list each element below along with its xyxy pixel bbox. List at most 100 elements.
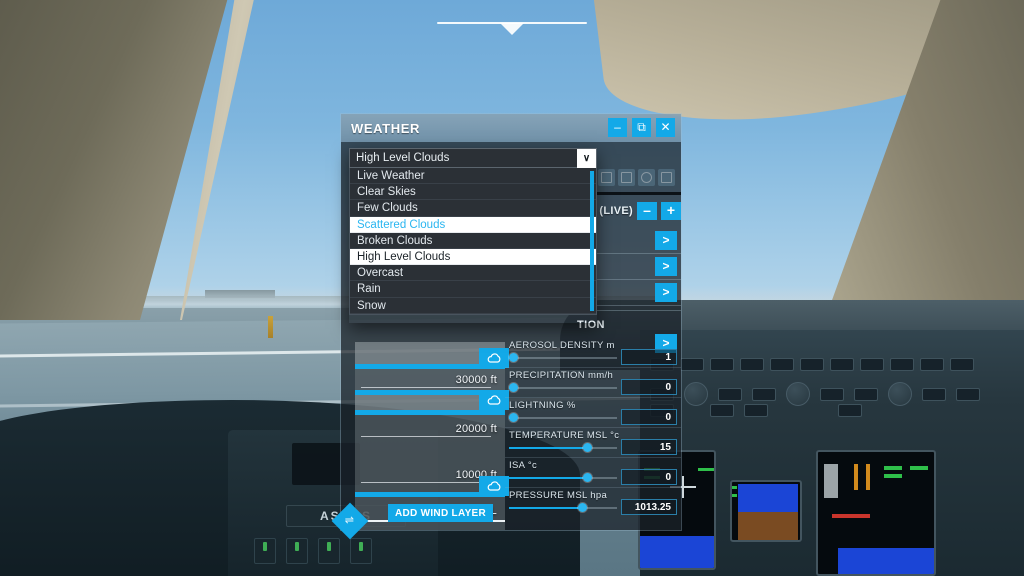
dropdown-scrollbar[interactable] xyxy=(590,171,594,311)
ap-button-bc[interactable] xyxy=(710,404,734,417)
weather-parameter-list: AEROSOL DENSITY m 1 PRECIPITATION mm/h 0… xyxy=(505,338,681,530)
close-button[interactable]: ✕ xyxy=(656,118,675,137)
dropdown-option-few-clouds[interactable]: Few Clouds xyxy=(350,200,596,217)
ap-button[interactable] xyxy=(740,358,764,371)
param-slider[interactable] xyxy=(509,383,617,392)
toolbar-separator xyxy=(591,192,681,195)
param-value-field[interactable]: 0 xyxy=(621,379,677,395)
param-value-field[interactable]: 0 xyxy=(621,409,677,425)
dropdown-option-list: Live Weather Clear Skies Few Clouds Scat… xyxy=(349,168,597,315)
dropdown-option-clear-skies[interactable]: Clear Skies xyxy=(350,184,596,201)
toolbar-pulldown-tab[interactable] xyxy=(437,22,587,40)
ap-button-xfr[interactable] xyxy=(838,404,862,417)
ap-knob[interactable] xyxy=(786,382,810,406)
dropdown-selected-value: High Level Clouds xyxy=(356,152,450,164)
cockpit-switch[interactable] xyxy=(318,538,340,564)
minimize-button[interactable]: – xyxy=(608,118,627,137)
param-slider[interactable] xyxy=(509,353,617,362)
autopilot-button-row-main xyxy=(650,382,980,406)
dropdown-option-scattered-clouds[interactable]: Scattered Clouds xyxy=(350,216,596,233)
preset-row-expand-button[interactable]: > xyxy=(655,231,677,250)
ap-button-nav[interactable] xyxy=(752,387,776,401)
chevron-down-icon xyxy=(500,23,524,35)
param-lightning: LIGHTNING % 0 xyxy=(505,398,681,428)
increment-button[interactable]: + xyxy=(661,202,681,220)
weather-window: WEATHER – ⧉ ✕ ) (LIVE) – + > > > TION > … xyxy=(331,114,681,540)
preset-row-expand-button[interactable]: > xyxy=(655,283,677,302)
dropdown-option-high-level-clouds[interactable]: High Level Clouds xyxy=(350,248,596,266)
cloud-icon xyxy=(487,480,501,491)
cockpit-switch-row xyxy=(254,538,372,564)
preset-row-expand-button[interactable]: > xyxy=(655,257,677,276)
dropdown-header[interactable]: High Level Clouds ∨ xyxy=(349,148,597,168)
window-controls: – ⧉ ✕ xyxy=(608,118,675,137)
chevron-down-icon[interactable]: ∨ xyxy=(577,149,596,168)
dropdown-option-snow[interactable]: Snow xyxy=(350,298,596,314)
ap-button[interactable] xyxy=(890,358,914,371)
ap-button[interactable] xyxy=(770,358,794,371)
param-isa: ISA °c 0 xyxy=(505,458,681,488)
ap-button[interactable] xyxy=(830,358,854,371)
autopilot-button-row-lower xyxy=(650,404,862,417)
dropdown-option-rain[interactable]: Rain xyxy=(350,281,596,298)
param-slider[interactable] xyxy=(509,503,617,512)
add-wind-layer-button[interactable]: ADD WIND LAYER xyxy=(388,504,493,522)
param-value-field[interactable]: 1013.25 xyxy=(621,499,677,515)
runway-marker-post xyxy=(268,316,273,338)
weather-window-body: ) (LIVE) – + Y > > 0 > xyxy=(331,142,681,540)
param-precipitation: PRECIPITATION mm/h 0 xyxy=(505,368,681,398)
ap-button[interactable] xyxy=(710,358,734,371)
altitude-label: 30000 ft xyxy=(455,374,497,386)
param-aerosol-density: AEROSOL DENSITY m 1 xyxy=(505,338,681,368)
dropdown-option-live-weather[interactable]: Live Weather xyxy=(350,168,596,185)
cloud-icon xyxy=(487,352,501,363)
cloud-layer-bar[interactable] xyxy=(355,492,505,497)
save-icon[interactable] xyxy=(598,169,615,186)
ap-button[interactable] xyxy=(950,358,974,371)
altitude-gridline xyxy=(361,387,491,388)
ap-button[interactable] xyxy=(800,358,824,371)
param-value-field[interactable]: 15 xyxy=(621,439,677,455)
param-slider[interactable] xyxy=(509,413,617,422)
ap-button-apr[interactable] xyxy=(854,387,878,401)
altitude-gridline xyxy=(361,482,491,483)
param-slider[interactable] xyxy=(509,443,617,452)
decrement-button[interactable]: – xyxy=(637,202,657,220)
param-temperature-msl: TEMPERATURE MSL °c 15 xyxy=(505,428,681,458)
mfd-display-right xyxy=(816,450,936,576)
dropdown-option-overcast[interactable]: Overcast xyxy=(350,265,596,282)
delete-icon[interactable] xyxy=(658,169,675,186)
flight-simulator-screen: ASXGS WEATHER – ⧉ ✕ xyxy=(0,0,1024,576)
ap-button[interactable] xyxy=(860,358,884,371)
altitude-gridline xyxy=(361,436,491,437)
cockpit-switch[interactable] xyxy=(254,538,276,564)
dropdown-option-broken-clouds[interactable]: Broken Clouds xyxy=(350,233,596,249)
ap-knob[interactable] xyxy=(684,382,708,406)
cockpit-switch[interactable] xyxy=(350,538,372,564)
ap-button[interactable] xyxy=(920,358,944,371)
preset-icon-toolbar xyxy=(598,169,675,186)
maximize-button[interactable]: ⧉ xyxy=(632,118,651,137)
mfd-display-center xyxy=(730,480,802,542)
cloud-icon xyxy=(487,394,501,405)
altitude-layer-chart: 30000 ft 20000 ft 10000 ft ⇌ ADD WIND LA… xyxy=(331,342,509,540)
ap-button-alt[interactable] xyxy=(922,387,946,401)
weather-window-titlebar[interactable]: WEATHER – ⧉ ✕ xyxy=(341,114,681,142)
avionics-panel xyxy=(638,330,1024,576)
param-value-field[interactable]: 1 xyxy=(621,349,677,365)
param-pressure-msl: PRESSURE MSL hpa 1013.25 xyxy=(505,488,681,518)
live-weather-label: ) (LIVE) xyxy=(592,205,633,217)
ap-button-yd[interactable] xyxy=(744,404,768,417)
cloud-layer-bar[interactable] xyxy=(355,410,505,415)
gear-icon[interactable] xyxy=(638,169,655,186)
duplicate-icon[interactable] xyxy=(618,169,635,186)
ap-button-flc[interactable] xyxy=(718,387,742,401)
ap-knob[interactable] xyxy=(888,382,912,406)
ap-button[interactable] xyxy=(680,358,704,371)
cockpit-switch[interactable] xyxy=(286,538,308,564)
page-title: WEATHER xyxy=(351,120,420,136)
param-value-field[interactable]: 0 xyxy=(621,469,677,485)
ap-button-hdg[interactable] xyxy=(820,387,844,401)
param-slider[interactable] xyxy=(509,473,617,482)
ap-button-ap[interactable] xyxy=(956,387,980,401)
